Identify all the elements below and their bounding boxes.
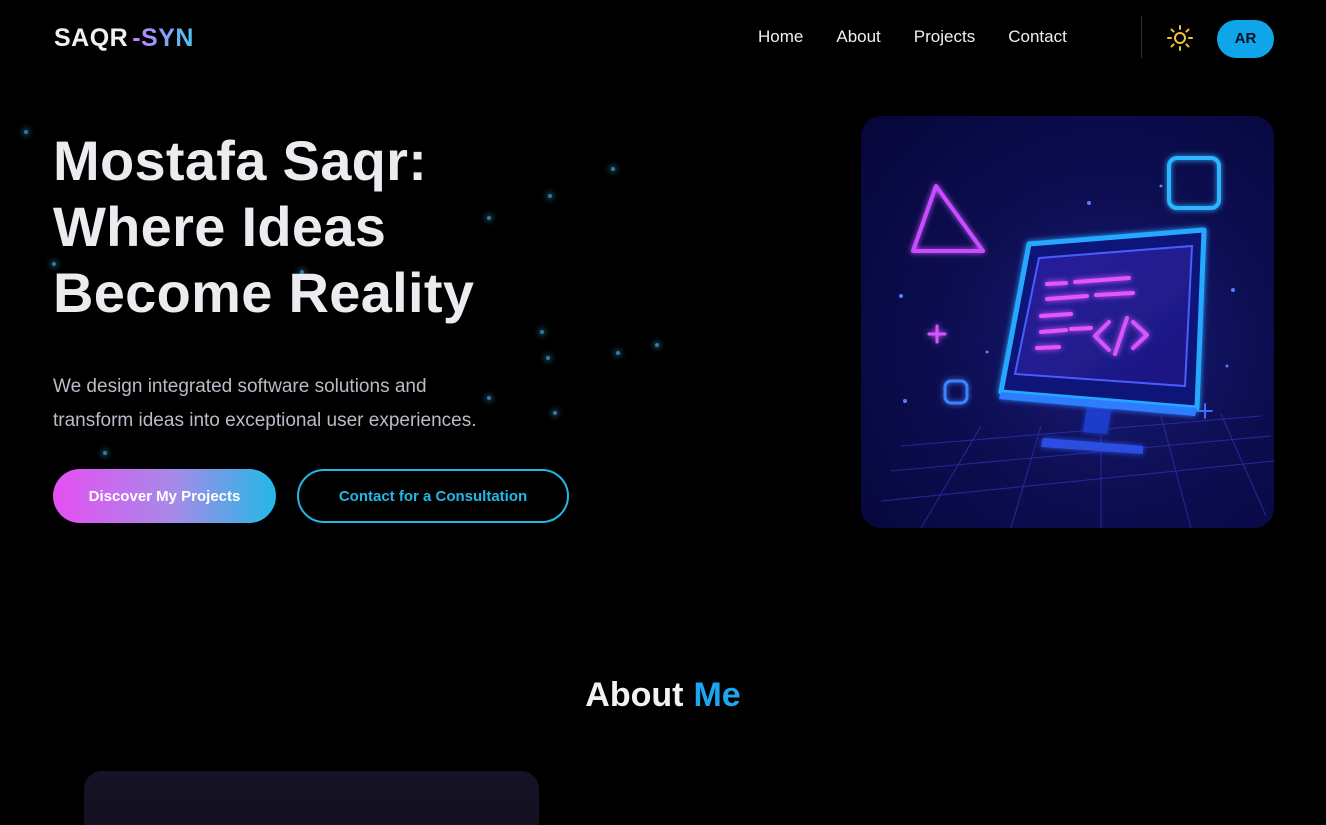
computer-illustration-icon: [880, 156, 1274, 528]
brand-name-part1: SAQR: [54, 24, 129, 52]
hero-title-line: Mostafa Saqr:: [53, 129, 428, 192]
nav-link-about[interactable]: About: [836, 27, 880, 47]
hero-title-line: Become Reality: [53, 261, 475, 324]
top-navbar: SAQR -SYN Home About Projects Contact AR: [0, 0, 1326, 78]
nav-link-projects[interactable]: Projects: [914, 27, 975, 47]
nav-link-contact[interactable]: Contact: [1008, 27, 1067, 47]
theme-toggle-sun-icon: [1167, 25, 1193, 51]
discover-projects-button[interactable]: Discover My Projects: [53, 469, 276, 523]
hero-subtitle-line: We design integrated software solutions …: [53, 376, 427, 397]
about-section-title: About Me: [0, 676, 1326, 715]
brand-name-part2: -SYN: [132, 24, 194, 52]
hero-title-line: Where Ideas: [53, 195, 387, 258]
language-toggle-button[interactable]: AR: [1217, 20, 1274, 58]
nav-divider: [1141, 16, 1142, 58]
about-title-part2: Me: [693, 676, 741, 714]
about-image-card: [84, 771, 539, 825]
hero-subtitle: We design integrated software solutions …: [53, 370, 573, 438]
hero-title: Mostafa Saqr: Where Ideas Become Reality: [53, 128, 613, 326]
nav-link-home[interactable]: Home: [758, 27, 803, 47]
hero-subtitle-line: transform ideas into exceptional user ex…: [53, 410, 477, 431]
sun-icon[interactable]: [1166, 24, 1194, 52]
nav-links: Home About Projects Contact: [758, 27, 1067, 47]
brand-logo[interactable]: SAQR -SYN: [54, 24, 194, 53]
contact-consultation-button[interactable]: Contact for a Consultation: [297, 469, 569, 523]
about-title-part1: About: [585, 676, 684, 714]
computer-code-illustration: [861, 116, 1274, 528]
